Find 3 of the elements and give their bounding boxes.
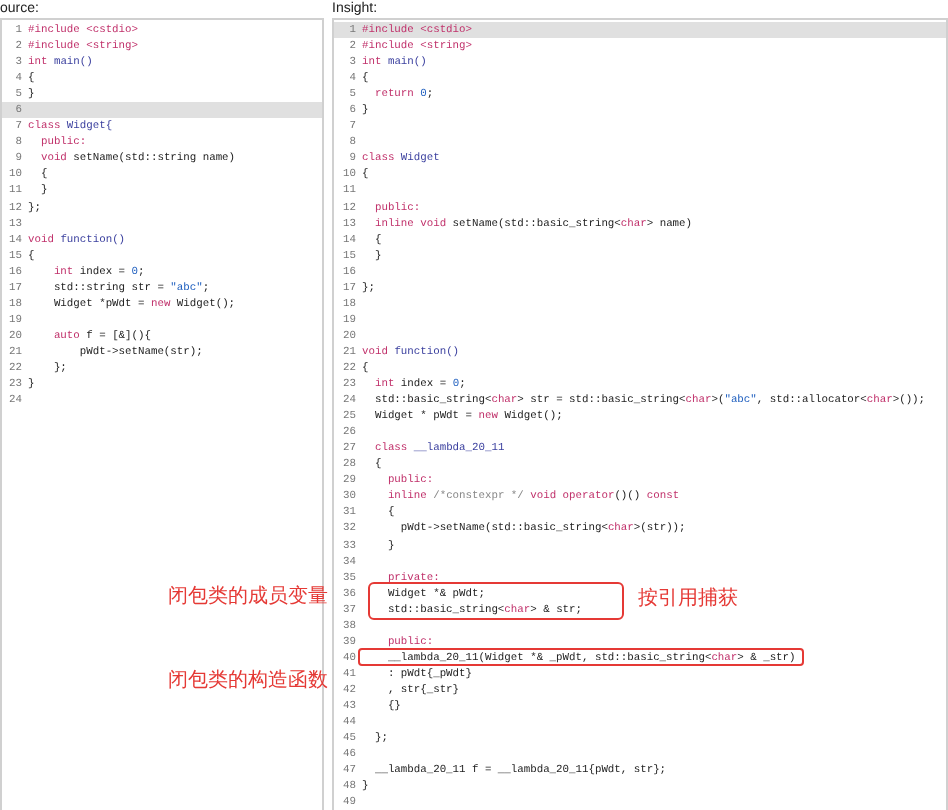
annotation-label: 闭包类的成员变量 [168, 586, 328, 610]
annotation-label: 闭包类的构造函数 [168, 670, 328, 694]
annotation-label: 按引用捕获 [638, 588, 738, 612]
